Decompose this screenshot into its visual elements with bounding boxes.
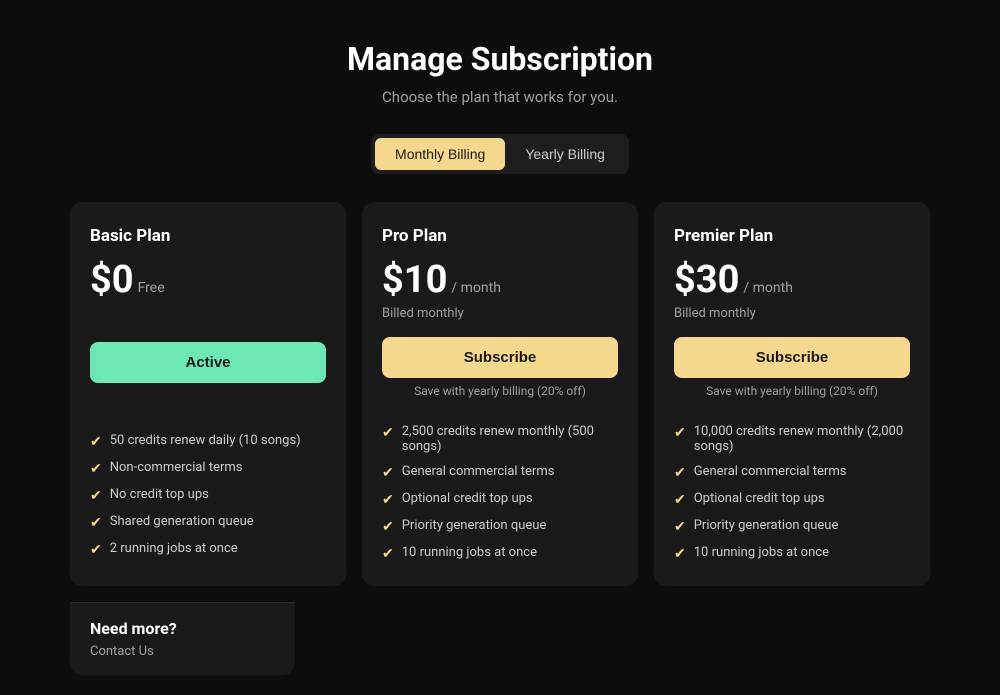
- premier-plan-card: Premier Plan $30 / month Billed monthly …: [654, 202, 930, 586]
- need-more-box: Need more? Contact Us: [70, 602, 295, 675]
- pro-plan-features: ✔ 2,500 credits renew monthly (500 songs…: [382, 424, 618, 562]
- monthly-billing-btn[interactable]: Monthly Billing: [375, 138, 505, 170]
- premier-plan-name: Premier Plan: [674, 226, 910, 246]
- pro-plan-card: Pro Plan $10 / month Billed monthly Subs…: [362, 202, 638, 586]
- pro-plan-price-suffix: / month: [451, 280, 501, 296]
- basic-feature-1: ✔ Non-commercial terms: [90, 460, 326, 477]
- premier-plan-price-row: $30 / month: [674, 258, 910, 302]
- basic-check-4: ✔: [90, 542, 102, 558]
- pro-plan-cta-btn[interactable]: Subscribe: [382, 337, 618, 378]
- basic-plan-price-suffix: Free: [138, 280, 165, 296]
- contact-us-label[interactable]: Contact Us: [90, 644, 275, 659]
- premier-feature-2: ✔ Optional credit top ups: [674, 491, 910, 508]
- basic-plan-billing-info: [90, 306, 326, 326]
- plans-container: Basic Plan $0 Free Active ✔ 50 credits r…: [70, 202, 930, 586]
- premier-check-3: ✔: [674, 519, 686, 535]
- basic-plan-name: Basic Plan: [90, 226, 326, 246]
- pro-feature-3: ✔ Priority generation queue: [382, 518, 618, 535]
- need-more-title: Need more?: [90, 619, 275, 638]
- basic-feature-3: ✔ Shared generation queue: [90, 514, 326, 531]
- premier-check-4: ✔: [674, 546, 686, 562]
- pro-plan-name: Pro Plan: [382, 226, 618, 246]
- premier-feature-4: ✔ 10 running jobs at once: [674, 545, 910, 562]
- premier-plan-features: ✔ 10,000 credits renew monthly (2,000 so…: [674, 424, 910, 562]
- pro-plan-price-row: $10 / month: [382, 258, 618, 302]
- pro-plan-billing-info: Billed monthly: [382, 306, 618, 321]
- basic-plan-save-text: [90, 389, 326, 407]
- pro-check-1: ✔: [382, 465, 394, 481]
- pro-feature-1: ✔ General commercial terms: [382, 464, 618, 481]
- pro-check-4: ✔: [382, 546, 394, 562]
- basic-plan-card: Basic Plan $0 Free Active ✔ 50 credits r…: [70, 202, 346, 586]
- basic-feature-0: ✔ 50 credits renew daily (10 songs): [90, 433, 326, 450]
- basic-check-1: ✔: [90, 461, 102, 477]
- premier-check-0: ✔: [674, 425, 686, 441]
- basic-feature-2: ✔ No credit top ups: [90, 487, 326, 504]
- basic-plan-features: ✔ 50 credits renew daily (10 songs) ✔ No…: [90, 433, 326, 558]
- premier-plan-price-suffix: / month: [743, 280, 793, 296]
- basic-check-2: ✔: [90, 488, 102, 504]
- billing-toggle: Monthly Billing Yearly Billing: [371, 134, 629, 174]
- page-title: Manage Subscription: [347, 40, 653, 78]
- pro-feature-4: ✔ 10 running jobs at once: [382, 545, 618, 562]
- basic-plan-price-row: $0 Free: [90, 258, 326, 302]
- premier-check-2: ✔: [674, 492, 686, 508]
- pro-plan-save-text: Save with yearly billing (20% off): [382, 384, 618, 398]
- pro-check-2: ✔: [382, 492, 394, 508]
- premier-feature-3: ✔ Priority generation queue: [674, 518, 910, 535]
- basic-plan-cta-btn[interactable]: Active: [90, 342, 326, 383]
- page-container: Manage Subscription Choose the plan that…: [0, 0, 1000, 695]
- basic-plan-price: $0: [90, 258, 134, 302]
- bottom-row: Need more? Contact Us: [70, 602, 930, 675]
- premier-plan-billing-info: Billed monthly: [674, 306, 910, 321]
- premier-plan-cta-btn[interactable]: Subscribe: [674, 337, 910, 378]
- pro-plan-price: $10: [382, 258, 447, 302]
- basic-check-3: ✔: [90, 515, 102, 531]
- pro-check-0: ✔: [382, 425, 394, 441]
- premier-feature-1: ✔ General commercial terms: [674, 464, 910, 481]
- pro-feature-2: ✔ Optional credit top ups: [382, 491, 618, 508]
- premier-feature-0: ✔ 10,000 credits renew monthly (2,000 so…: [674, 424, 910, 454]
- premier-check-1: ✔: [674, 465, 686, 481]
- premier-plan-price: $30: [674, 258, 739, 302]
- yearly-billing-btn[interactable]: Yearly Billing: [505, 138, 625, 170]
- pro-check-3: ✔: [382, 519, 394, 535]
- pro-feature-0: ✔ 2,500 credits renew monthly (500 songs…: [382, 424, 618, 454]
- basic-check-0: ✔: [90, 434, 102, 450]
- premier-plan-save-text: Save with yearly billing (20% off): [674, 384, 910, 398]
- page-subtitle: Choose the plan that works for you.: [382, 88, 618, 106]
